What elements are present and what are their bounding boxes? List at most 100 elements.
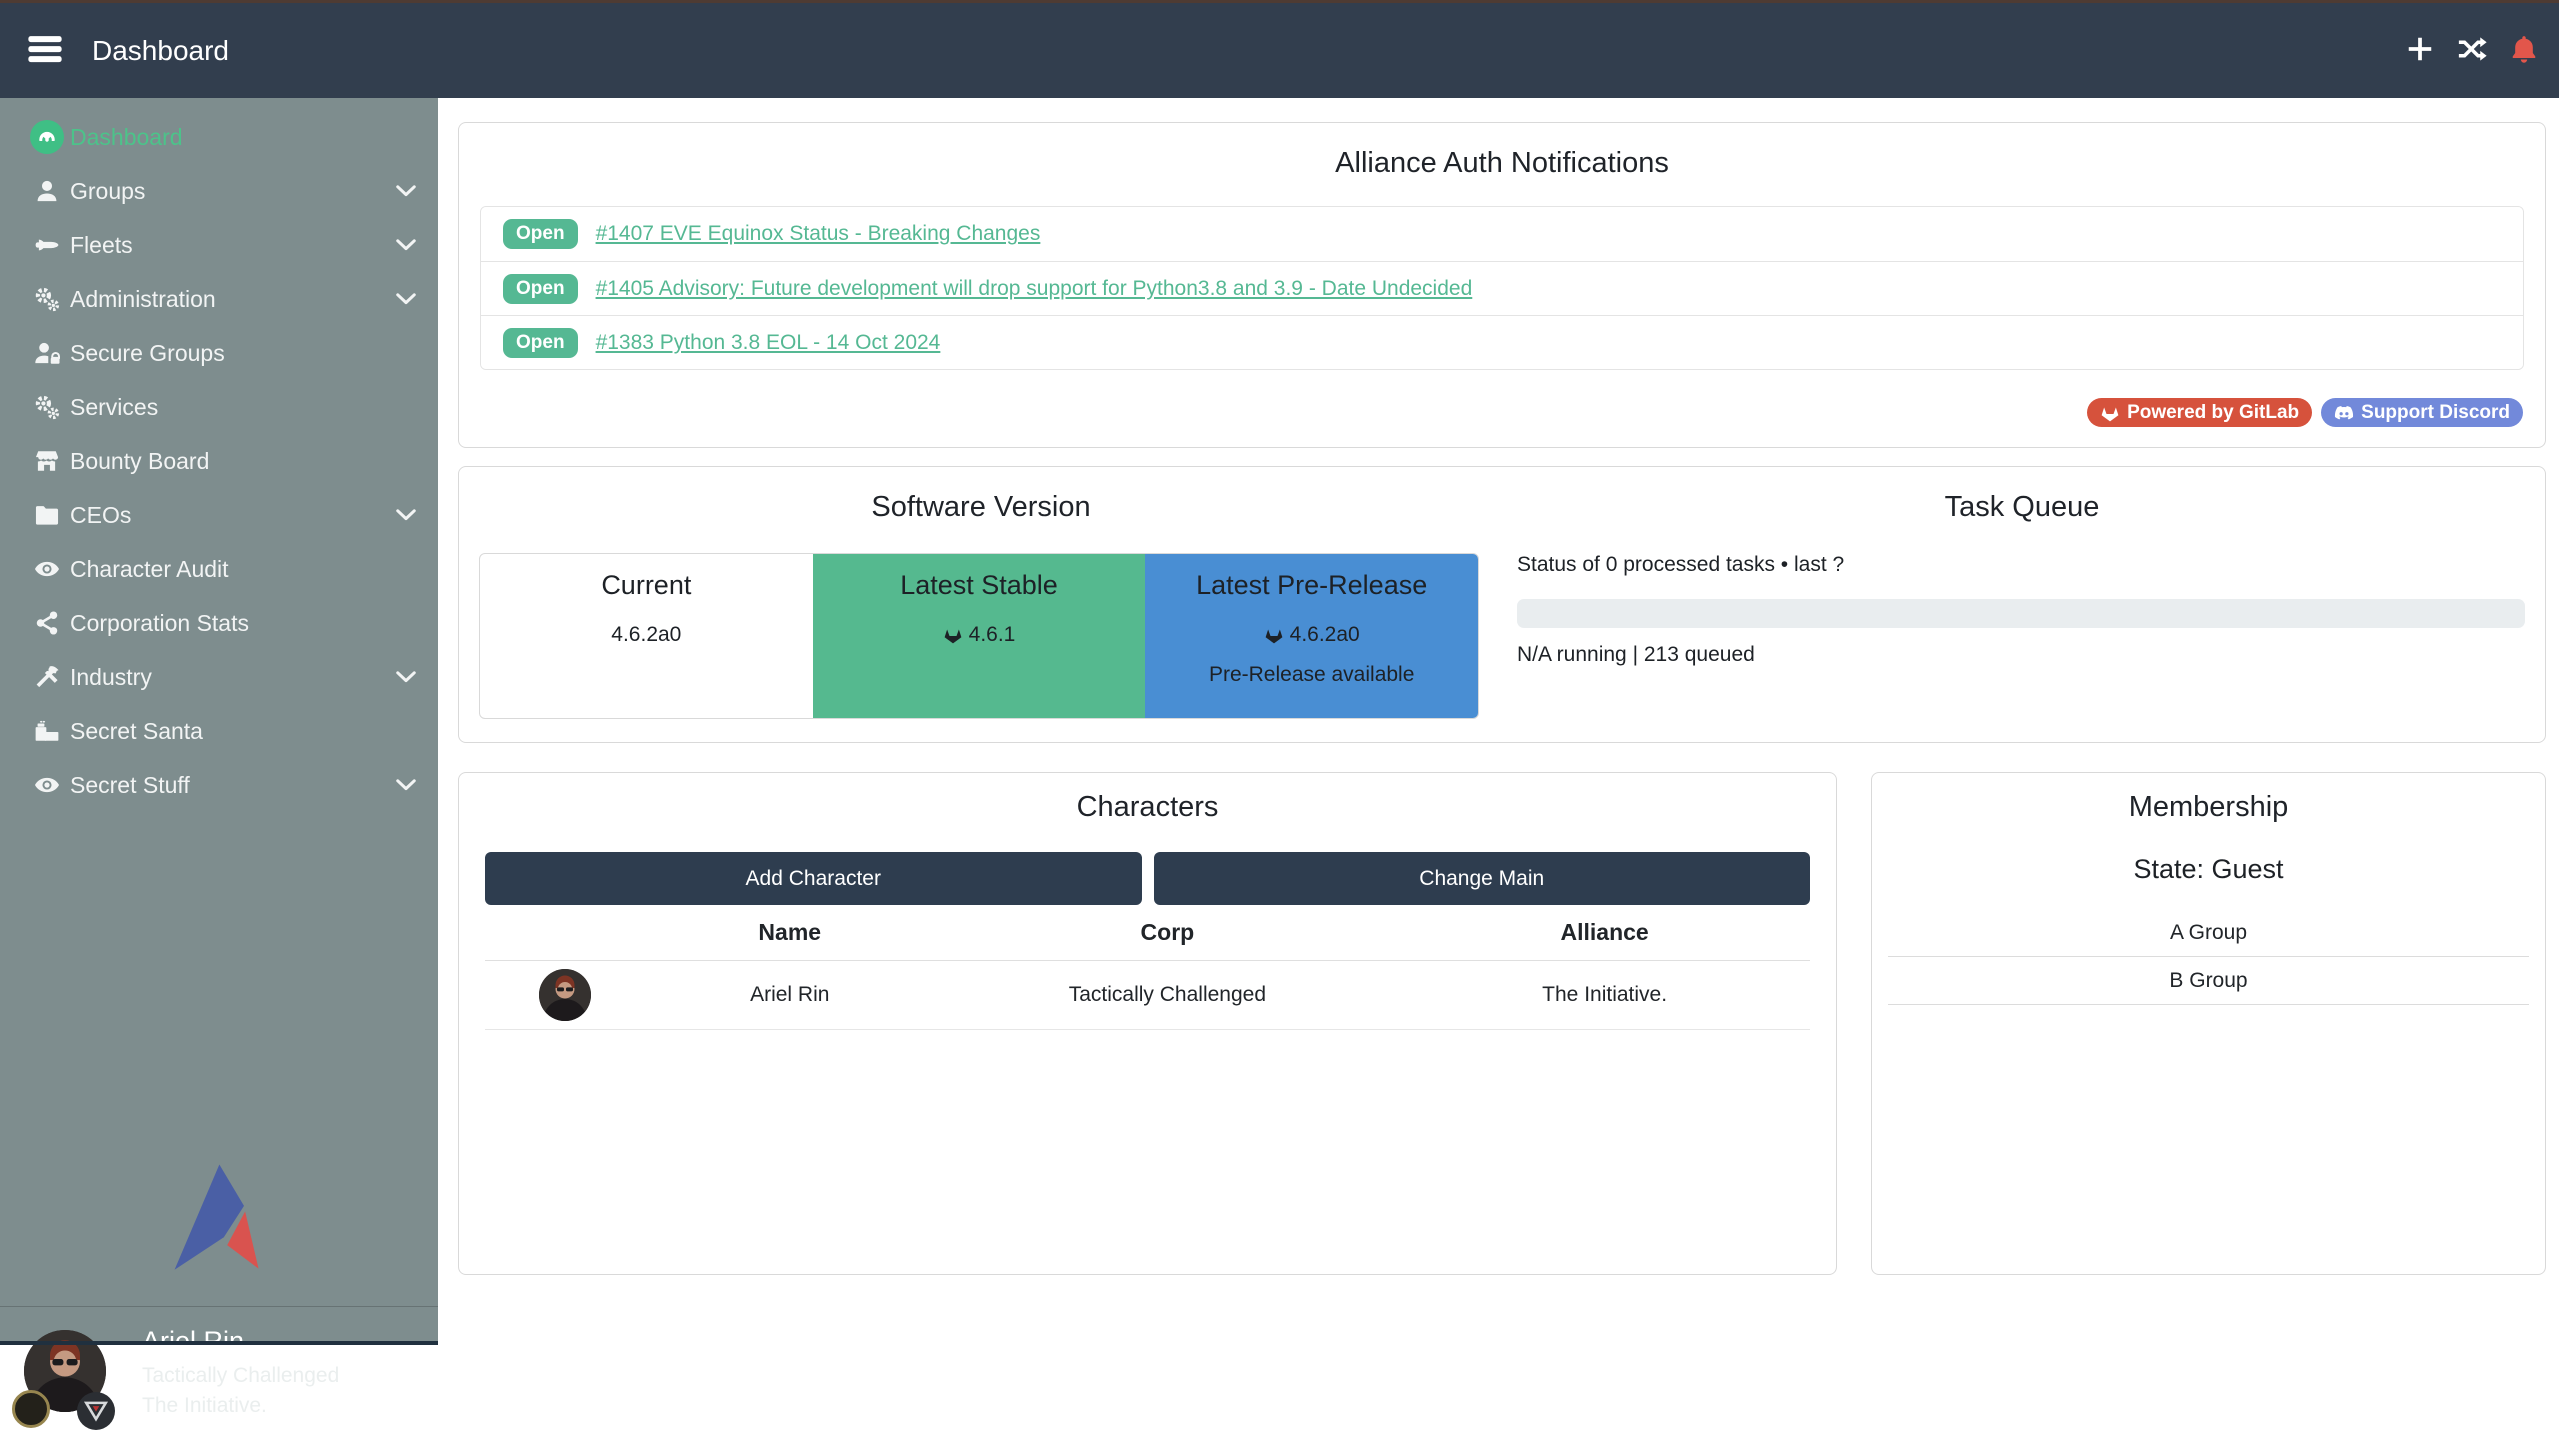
notification-link[interactable]: #1383 Python 3.8 EOL - 14 Oct 2024 <box>596 331 941 355</box>
sidebar-item-label: Services <box>70 394 158 421</box>
task-queue-summary: N/A running | 213 queued <box>1517 643 1755 667</box>
hamburger-menu-button[interactable] <box>26 30 64 68</box>
notifications-list: Open #1407 EVE Equinox Status - Breaking … <box>480 206 2524 370</box>
chevron-down-icon <box>394 665 418 689</box>
alliance-logo-badge <box>77 1392 115 1430</box>
sidebar: Dashboard Groups Fleets Administration Secur… <box>0 98 438 1345</box>
software-version-title: Software Version <box>459 491 1503 524</box>
status-badge: Open <box>503 219 578 249</box>
sidebar-item-groups[interactable]: Groups <box>0 164 438 218</box>
chevron-down-icon <box>394 179 418 203</box>
sidebar-item-label: Character Audit <box>70 556 229 583</box>
version-current-cell: Current 4.6.2a0 <box>480 554 813 718</box>
folder-icon <box>30 498 64 532</box>
gears-icon <box>30 282 64 316</box>
header-alliance: Alliance <box>1399 919 1810 946</box>
sidebar-item-label: Fleets <box>70 232 133 259</box>
sidebar-item-label: Bounty Board <box>70 448 209 475</box>
user-corp: Tactically Challenged <box>142 1364 339 1388</box>
hammer-icon <box>30 660 64 694</box>
gauge-icon <box>30 120 64 154</box>
user-panel: Ariel Rin Tactically Challenged The Init… <box>0 1316 438 1441</box>
change-main-button[interactable]: Change Main <box>1154 852 1811 905</box>
shop-icon <box>30 444 64 478</box>
user-settings-button[interactable] <box>394 1362 426 1394</box>
sidebar-item-corporation-stats[interactable]: Corporation Stats <box>0 596 438 650</box>
version-stable-value: 4.6.1 <box>969 623 1016 647</box>
cell-name: Ariel Rin <box>644 983 936 1007</box>
sidebar-item-industry[interactable]: Industry <box>0 650 438 704</box>
notification-link[interactable]: #1405 Advisory: Future development will … <box>596 277 1473 301</box>
list-item: B Group <box>1888 957 2529 1005</box>
gifts-icon <box>30 714 64 748</box>
switch-character-button[interactable] <box>2457 34 2487 64</box>
powered-by-gitlab-badge[interactable]: Powered by GitLab <box>2087 398 2312 427</box>
sidebar-item-dashboard[interactable]: Dashboard <box>0 110 438 164</box>
eye-icon <box>30 552 64 586</box>
header-name: Name <box>644 919 936 946</box>
sidebar-item-label: Secret Stuff <box>70 772 190 799</box>
status-badge: Open <box>503 274 578 304</box>
gitlab-icon <box>2100 403 2120 423</box>
table-header-row: Name Corp Alliance <box>485 905 1810 961</box>
sidebar-footer-strip <box>0 1341 438 1345</box>
share-nodes-icon <box>30 606 64 640</box>
sidebar-item-label: Corporation Stats <box>70 610 249 637</box>
notifications-button[interactable] <box>2509 34 2539 64</box>
cell-alliance: The Initiative. <box>1399 983 1810 1007</box>
corp-logo-badge <box>12 1390 50 1428</box>
table-row: Ariel RinTactically ChallengedThe Initia… <box>485 961 1810 1030</box>
sidebar-item-secret-santa[interactable]: Secret Santa <box>0 704 438 758</box>
characters-table: Name Corp Alliance Ariel RinTactically C… <box>485 905 1810 1030</box>
add-character-button[interactable]: Add Character <box>485 852 1142 905</box>
characters-card: Characters Add Character Change Main Nam… <box>458 772 1837 1275</box>
sidebar-item-administration[interactable]: Administration <box>0 272 438 326</box>
notification-row: Open#1383 Python 3.8 EOL - 14 Oct 2024 <box>481 315 2523 369</box>
version-taskqueue-card: Software Version Current 4.6.2a0 Latest … <box>458 466 2546 743</box>
task-queue-title: Task Queue <box>1517 491 2527 524</box>
support-discord-badge[interactable]: Support Discord <box>2321 398 2523 427</box>
sidebar-item-label: Secure Groups <box>70 340 225 367</box>
sidebar-item-character-audit[interactable]: Character Audit <box>0 542 438 596</box>
sidebar-item-fleets[interactable]: Fleets <box>0 218 438 272</box>
user-icon <box>30 174 64 208</box>
eye-icon <box>30 768 64 802</box>
version-stable-cell: Latest Stable 4.6.1 <box>813 554 1146 718</box>
user-alliance: The Initiative. <box>142 1394 267 1418</box>
badge-label: Powered by GitLab <box>2127 402 2299 424</box>
gitlab-icon <box>943 625 963 645</box>
top-accent-strip <box>0 0 2559 3</box>
badge-label: Support Discord <box>2361 402 2510 424</box>
sidebar-item-label: Groups <box>70 178 145 205</box>
add-character-quick-button[interactable] <box>2405 34 2435 64</box>
sidebar-item-label: Administration <box>70 286 216 313</box>
navbar: Dashboard <box>0 0 2559 98</box>
version-prerelease-heading: Latest Pre-Release <box>1145 570 1478 601</box>
plus-icon <box>2405 34 2435 64</box>
chevron-down-icon <box>394 503 418 527</box>
sidebar-item-ceos[interactable]: CEOs <box>0 488 438 542</box>
chevron-down-icon <box>394 773 418 797</box>
sidebar-item-secure-groups[interactable]: Secure Groups <box>0 326 438 380</box>
version-current-heading: Current <box>480 570 813 601</box>
version-prerelease-value: 4.6.2a0 <box>1290 623 1360 647</box>
membership-title: Membership <box>1872 791 2545 824</box>
sidebar-item-bounty-board[interactable]: Bounty Board <box>0 434 438 488</box>
notifications-title: Alliance Auth Notifications <box>459 147 2545 180</box>
avatar <box>539 969 591 1021</box>
membership-group-list: A GroupB Group <box>1888 909 2529 1005</box>
gitlab-icon <box>1264 625 1284 645</box>
sidebar-item-services[interactable]: Services <box>0 380 438 434</box>
alliance-auth-logo <box>160 1160 272 1274</box>
discord-icon <box>2334 403 2354 423</box>
page-title: Dashboard <box>92 0 229 98</box>
cell-corp: Tactically Challenged <box>936 983 1400 1007</box>
notification-link[interactable]: #1407 EVE Equinox Status - Breaking Chan… <box>596 222 1041 246</box>
chevron-down-icon <box>394 287 418 311</box>
user-lock-icon <box>30 336 64 370</box>
chevron-down-icon <box>394 233 418 257</box>
notifications-card: Alliance Auth Notifications Open #1407 EV… <box>458 122 2546 448</box>
sidebar-item-secret-stuff[interactable]: Secret Stuff <box>0 758 438 812</box>
version-table: Current 4.6.2a0 Latest Stable 4.6.1 Late… <box>479 553 1479 719</box>
gear-icon <box>394 1362 426 1394</box>
